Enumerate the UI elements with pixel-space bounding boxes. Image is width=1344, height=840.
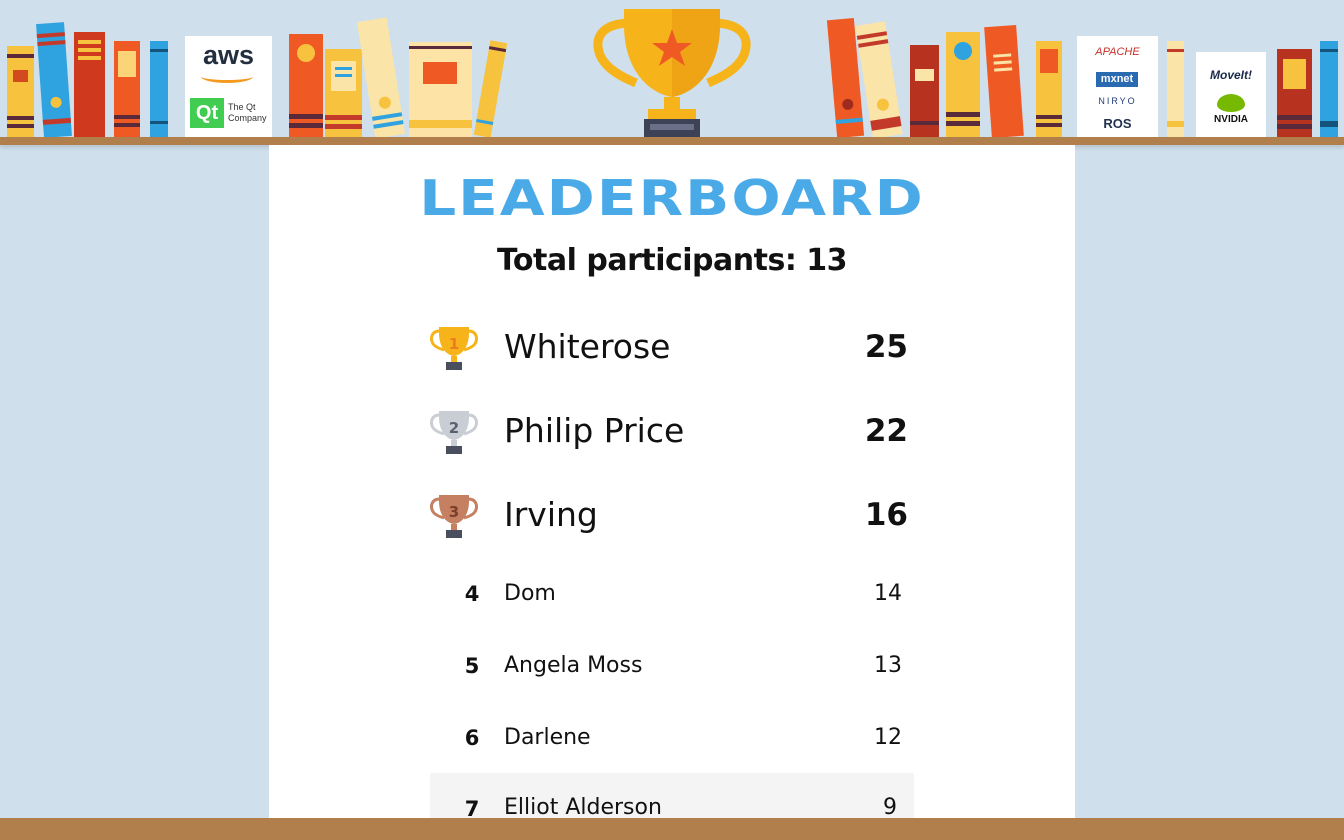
shelf-plank xyxy=(0,137,1344,145)
leaderboard-row-2: 2 Philip Price 22 xyxy=(430,407,914,463)
participant-name: Angela Moss xyxy=(504,653,643,678)
svg-text:2: 2 xyxy=(449,419,459,437)
book-icon xyxy=(114,41,140,137)
niryo-logo: NIRYO xyxy=(1098,96,1137,106)
total-participants-label: Total participants: 13 xyxy=(496,243,848,278)
aws-logo: aws xyxy=(202,40,255,70)
book-icon xyxy=(150,41,168,137)
book-icon xyxy=(946,32,980,137)
book-icon xyxy=(74,32,105,137)
sponsor-card-right-2: MoveIt! NVIDIA xyxy=(1196,52,1266,137)
book-icon xyxy=(289,34,323,137)
participant-score: 16 xyxy=(864,497,908,533)
footer-shelf xyxy=(0,818,1344,840)
book-icon xyxy=(325,49,362,137)
qt-logo: Qt xyxy=(190,98,224,128)
leaderboard-row-5: 5 Angela Moss 13 xyxy=(430,645,914,689)
book-icon xyxy=(1277,49,1312,137)
leaderboard-row-3: 3 Irving 16 xyxy=(430,491,914,547)
participant-score: 12 xyxy=(874,725,902,750)
svg-text:1: 1 xyxy=(449,335,459,353)
book-icon xyxy=(1167,41,1184,137)
book-icon xyxy=(910,45,939,137)
participant-score: 25 xyxy=(864,329,908,365)
participant-score: 9 xyxy=(883,795,897,820)
sponsor-card-right-1: APACHE mxnet NIRYO ROS xyxy=(1077,36,1158,137)
moveit-logo: MoveIt! xyxy=(1210,68,1252,82)
participant-name: Irving xyxy=(504,495,598,534)
rank-number: 6 xyxy=(464,726,480,750)
rank-number: 5 xyxy=(464,654,480,678)
silver-trophy-icon: 2 xyxy=(430,411,478,454)
trophy-icon xyxy=(593,9,751,137)
book-icon xyxy=(1320,41,1338,137)
participant-name: Dom xyxy=(504,581,556,606)
participant-score: 14 xyxy=(874,581,902,606)
nvidia-eye-icon xyxy=(1217,94,1245,112)
page-title: LEADERBOARD xyxy=(419,169,925,227)
leaderboard-row-1: 1 Whiterose 25 xyxy=(430,323,914,379)
leaderboard-row-7: 7 Elliot Alderson 9 xyxy=(430,773,914,821)
leaderboard-row-4: 4 Dom 14 xyxy=(430,573,914,617)
participant-name: Philip Price xyxy=(504,411,685,450)
participant-score: 13 xyxy=(874,653,902,678)
book-icon xyxy=(984,25,1024,138)
aws-smile-icon xyxy=(201,70,253,83)
participant-name: Whiterose xyxy=(504,327,671,366)
participant-name: Darlene xyxy=(504,725,591,750)
participant-name: Elliot Alderson xyxy=(504,795,662,820)
mxnet-logo: mxnet xyxy=(1096,72,1138,87)
book-icon xyxy=(7,46,34,137)
svg-text:3: 3 xyxy=(449,503,459,521)
ros-logo: ROS xyxy=(1103,116,1132,131)
nvidia-logo: NVIDIA xyxy=(1214,114,1248,125)
leaderboard-panel: LEADERBOARD Total participants: 13 1 Whi… xyxy=(269,145,1075,821)
sponsor-card-left: aws Qt The Qt Company xyxy=(185,36,272,137)
book-icon xyxy=(1036,41,1062,137)
participant-score: 22 xyxy=(864,413,908,449)
bronze-trophy-icon: 3 xyxy=(430,495,478,538)
qt-company-label: The Qt Company xyxy=(228,102,267,123)
book-icon xyxy=(36,22,72,138)
apache-logo: APACHE xyxy=(1095,46,1140,58)
gold-trophy-icon: 1 xyxy=(430,327,478,370)
leaderboard-row-6: 6 Darlene 12 xyxy=(430,717,914,761)
book-icon xyxy=(356,17,406,139)
rank-number: 4 xyxy=(464,582,480,606)
book-icon xyxy=(409,42,472,137)
book-icon xyxy=(473,40,508,138)
header-bookshelf: aws Qt The Qt Company APACHE mxnet NIRYO… xyxy=(0,0,1344,150)
